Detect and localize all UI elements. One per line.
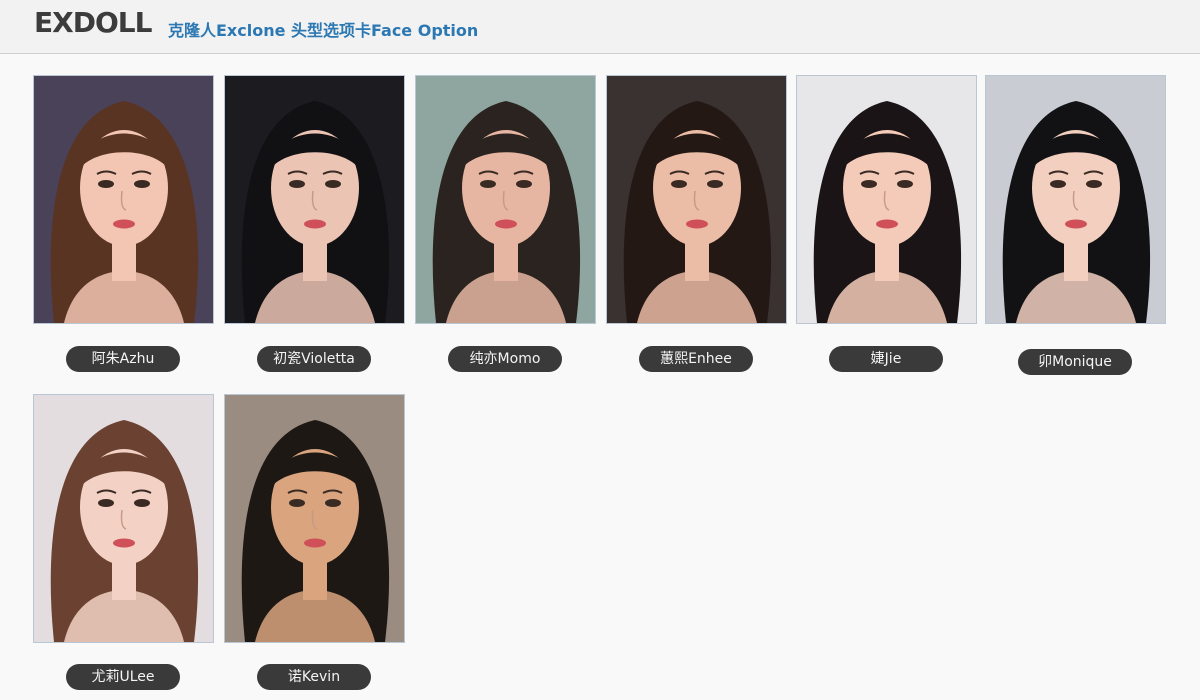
face-name-button[interactable]: 卯Monique	[1018, 349, 1132, 375]
face-portrait-icon	[607, 76, 786, 323]
face-photo[interactable]	[33, 394, 214, 643]
page-title: 克隆人Exclone 头型选项卡Face Option	[168, 21, 479, 40]
face-portrait-icon	[225, 395, 404, 642]
face-name-button[interactable]: 初瓷Violetta	[257, 346, 371, 372]
face-portrait-icon	[986, 76, 1165, 323]
face-photo[interactable]	[415, 75, 596, 324]
face-name-button[interactable]: 纯亦Momo	[448, 346, 562, 372]
face-name-button[interactable]: 蕙熙Enhee	[639, 346, 753, 372]
face-photo[interactable]	[606, 75, 787, 324]
face-portrait-icon	[34, 76, 213, 323]
face-name-button[interactable]: 婕Jie	[829, 346, 943, 372]
face-photo[interactable]	[224, 75, 405, 324]
face-portrait-icon	[797, 76, 976, 323]
face-portrait-icon	[416, 76, 595, 323]
face-photo[interactable]	[224, 394, 405, 643]
face-name-button[interactable]: 尤莉ULee	[66, 664, 180, 690]
face-name-button[interactable]: 诺Kevin	[257, 664, 371, 690]
face-photo[interactable]	[985, 75, 1166, 324]
face-photo[interactable]	[33, 75, 214, 324]
face-name-button[interactable]: 阿朱Azhu	[66, 346, 180, 372]
face-portrait-icon	[34, 395, 213, 642]
face-portrait-icon	[225, 76, 404, 323]
face-photo[interactable]	[796, 75, 977, 324]
site-header: EXDOLL 克隆人Exclone 头型选项卡Face Option	[0, 0, 1200, 54]
exdoll-logo[interactable]: EXDOLL	[34, 6, 152, 39]
